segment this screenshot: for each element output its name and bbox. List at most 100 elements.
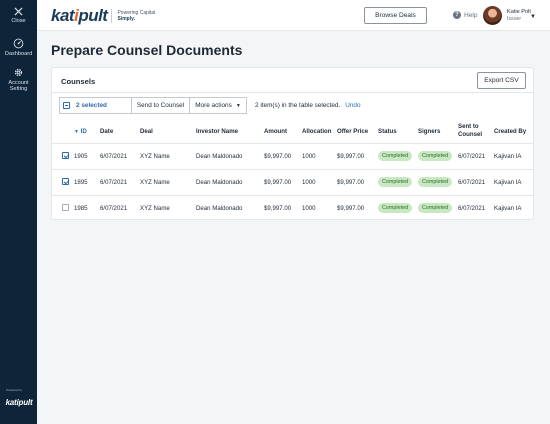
- table-row[interactable]: 1905 6/07/2021 XYZ Name Dean Maldonado $…: [52, 143, 533, 169]
- cell-sent-to-counsel: 6/07/2021: [458, 179, 486, 186]
- sidebar-item-account-label-2: Setting: [9, 86, 28, 93]
- sidebar: Close Dashboard Account Setting Powered …: [0, 0, 37, 424]
- cell-allocation: 1000: [302, 205, 316, 212]
- column-header-sent-line-1: Sent to: [458, 123, 479, 130]
- cell-investor: Dean Maldonado: [196, 205, 243, 212]
- chevron-down-icon: ▼: [235, 102, 241, 109]
- help-icon: ?: [453, 11, 461, 19]
- send-to-counsel-label: Send to Counsel: [136, 102, 185, 109]
- status-badge: Completed: [378, 177, 413, 187]
- powered-by-text: Powered by: [6, 388, 22, 392]
- row-checkbox[interactable]: [62, 178, 69, 185]
- row-checkbox[interactable]: [62, 204, 69, 211]
- table-row[interactable]: 1895 6/07/2021 XYZ Name Dean Maldonado $…: [52, 169, 533, 195]
- cell-created-by: Kajivan IA: [494, 179, 522, 186]
- column-header-created-by[interactable]: Created By: [494, 128, 526, 136]
- column-header-investor[interactable]: Investor Name: [196, 128, 238, 136]
- page-title: Prepare Counsel Documents: [51, 42, 243, 58]
- close-icon: [14, 7, 23, 16]
- browse-deals-button[interactable]: Browse Deals: [364, 7, 427, 24]
- column-header-date[interactable]: Date: [100, 128, 113, 136]
- cell-created-by: Kajivan IA: [494, 205, 522, 212]
- column-header-deal[interactable]: Deal: [140, 128, 153, 136]
- cell-deal: XYZ Name: [140, 205, 170, 212]
- selection-info-text: 2 item(s) in the table selected.: [255, 102, 341, 109]
- dashboard-gauge-icon: [13, 38, 24, 49]
- column-header-allocation[interactable]: Allocation: [302, 128, 331, 136]
- help-label: Help: [464, 11, 478, 19]
- column-header-sent-line-2: Counsel: [458, 130, 483, 138]
- more-actions-dropdown[interactable]: More actions ▼: [189, 97, 247, 114]
- sort-desc-icon: ▼: [74, 129, 79, 135]
- column-header-id[interactable]: ▼ ID: [74, 128, 87, 137]
- cell-amount: $9,997.00: [264, 205, 292, 212]
- brand-name-part-3: pult: [78, 6, 108, 25]
- cell-date: 6/07/2021: [100, 205, 128, 212]
- user-name: Katie Polt: [507, 9, 531, 15]
- sidebar-footer-logo: Powered by katipult: [4, 388, 34, 410]
- cell-created-by: Kajivan IA: [494, 153, 522, 160]
- selection-toggle[interactable]: 2 selected: [59, 97, 131, 114]
- card-divider: [52, 92, 533, 93]
- user-role: Issuer: [507, 16, 522, 22]
- avatar[interactable]: [483, 6, 502, 25]
- gear-icon: [14, 68, 23, 77]
- sidebar-item-dashboard[interactable]: Dashboard: [0, 38, 37, 57]
- chevron-down-icon[interactable]: ▼: [530, 14, 536, 20]
- column-header-id-label: ID: [80, 128, 87, 135]
- help-link[interactable]: ? Help: [453, 11, 478, 19]
- cell-date: 6/07/2021: [100, 179, 128, 186]
- signers-badge: Completed: [418, 203, 453, 213]
- cell-investor: Dean Maldonado: [196, 153, 243, 160]
- cell-id: 1895: [74, 179, 88, 186]
- cell-deal: XYZ Name: [140, 153, 170, 160]
- brand-logo[interactable]: katipult Powering Capital. Simply.: [51, 6, 157, 26]
- cell-id: 1905: [74, 153, 88, 160]
- cell-sent-to-counsel: 6/07/2021: [458, 153, 486, 160]
- cell-id: 1985: [74, 205, 88, 212]
- column-header-amount[interactable]: Amount: [264, 128, 287, 136]
- sidebar-close-button[interactable]: Close: [0, 7, 37, 24]
- signers-badge: Completed: [418, 151, 453, 161]
- undo-link[interactable]: Undo: [345, 102, 360, 109]
- brand-name-part-1: kat: [51, 6, 75, 25]
- selected-count: 2 selected: [76, 102, 107, 109]
- status-badge: Completed: [378, 151, 413, 161]
- status-badge: Completed: [378, 203, 413, 213]
- cell-amount: $9,997.00: [264, 179, 292, 186]
- table-row[interactable]: 1985 6/07/2021 XYZ Name Dean Maldonado $…: [52, 195, 533, 221]
- cell-date: 6/07/2021: [100, 153, 128, 160]
- cell-sent-to-counsel: 6/07/2021: [458, 205, 486, 212]
- sidebar-item-dashboard-label: Dashboard: [4, 51, 33, 57]
- cell-offer-price: $9,997.00: [337, 205, 365, 212]
- brand-divider: [111, 9, 113, 23]
- send-to-counsel-button[interactable]: Send to Counsel: [131, 97, 189, 114]
- footer-logo-text: katipult: [5, 398, 33, 407]
- column-header-signers[interactable]: Signers: [418, 128, 440, 136]
- export-csv-button[interactable]: Export CSV: [477, 72, 526, 89]
- cell-offer-price: $9,997.00: [337, 179, 365, 186]
- row-checkbox[interactable]: [62, 152, 69, 159]
- bulk-actions-toolbar: 2 selected Send to Counsel More actions ▼…: [59, 97, 361, 114]
- column-header-status[interactable]: Status: [378, 128, 397, 136]
- cell-investor: Dean Maldonado: [196, 179, 243, 186]
- sidebar-item-account-setting[interactable]: Account Setting: [0, 67, 37, 93]
- brand-tagline: Powering Capital. Simply.: [117, 10, 156, 22]
- cell-deal: XYZ Name: [140, 179, 170, 186]
- cell-amount: $9,997.00: [264, 153, 292, 160]
- sidebar-close-label: Close: [11, 18, 26, 24]
- brand-name: katipult: [51, 6, 108, 26]
- user-menu[interactable]: Katie Polt Issuer: [507, 9, 531, 23]
- cell-offer-price: $9,997.00: [337, 153, 365, 160]
- more-actions-label: More actions: [195, 102, 232, 109]
- cell-allocation: 1000: [302, 179, 316, 186]
- card-title: Counsels: [61, 77, 96, 86]
- signers-badge: Completed: [418, 177, 453, 187]
- cell-allocation: 1000: [302, 153, 316, 160]
- brand-tagline-line-2: Simply.: [117, 16, 135, 22]
- counsels-card: Counsels Export CSV 2 selected Send to C…: [51, 67, 534, 220]
- top-header: katipult Powering Capital. Simply. Brows…: [37, 0, 550, 31]
- select-all-checkbox-indeterminate[interactable]: [63, 102, 70, 109]
- column-header-offer-price[interactable]: Offer Price: [337, 128, 368, 136]
- column-header-sent-to-counsel[interactable]: Sent to Counsel: [458, 123, 482, 138]
